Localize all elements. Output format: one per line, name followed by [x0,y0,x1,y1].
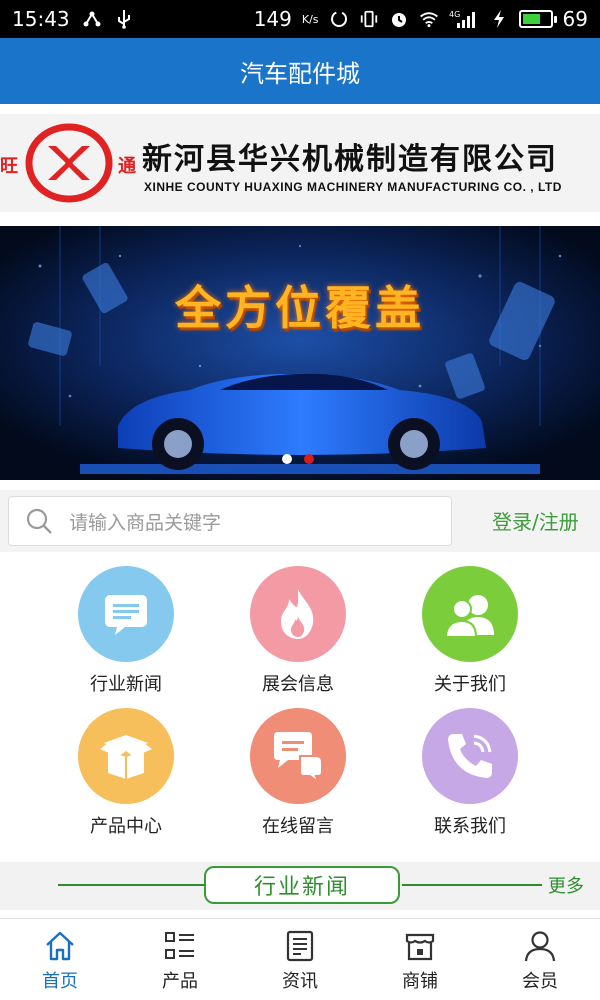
contact-us-circle [422,708,518,804]
tab-label: 产品 [162,971,198,992]
carousel-dot[interactable] [282,454,292,464]
search-row: 请输入商品关键字 登录/注册 [0,490,600,552]
flame-icon [281,589,314,639]
online-message-circle [250,708,346,804]
menu-label: 展会信息 [262,674,334,695]
news-icon [105,595,147,635]
sync-icon [329,9,349,29]
tab-label: 商铺 [402,971,438,992]
menu-item-industry-news[interactable]: 行业新闻 [56,566,196,696]
divider-left [58,884,204,886]
login-register-link[interactable]: 登录/注册 [492,506,579,535]
promo-carousel[interactable]: 全方位覆盖 [0,226,600,480]
tab-home[interactable]: 首页 [0,919,120,1000]
tab-label: 会员 [522,971,558,992]
network-speed-unit: K/s [301,12,319,26]
search-icon [9,507,69,535]
status-time: 15:43 [12,7,70,31]
carousel-headline: 全方位覆盖 [175,282,425,334]
home-icon [46,931,74,961]
menu-label: 联系我们 [434,816,506,837]
about-us-circle [422,566,518,662]
chat-icon [274,732,323,782]
company-name-en: XINHE COUNTY HUAXING MACHINERY MANUFACTU… [144,180,562,194]
divider-right [402,884,542,886]
tab-shops[interactable]: 商铺 [360,919,480,1000]
search-placeholder: 请输入商品关键字 [69,511,222,534]
menu-item-online-message[interactable]: 在线留言 [228,708,368,838]
cell-signal-icon: 4G [449,9,479,29]
network-speed: 149 [253,7,292,31]
menu-item-exhibitions[interactable]: 展会信息 [228,566,368,696]
tab-label: 资讯 [282,971,318,992]
share-icon [82,9,102,29]
exhibitions-circle [250,566,346,662]
users-icon [444,595,494,638]
phone-icon [448,734,492,778]
menu-item-product-center[interactable]: 产品中心 [56,708,196,838]
bottom-tab-bar: 首页 产品 资讯 商铺 会员 [0,918,600,1000]
menu-item-contact-us[interactable]: 联系我们 [400,708,540,838]
section-title: 行业新闻 [204,866,400,904]
status-bar: 15:43 149 K/s 4G 69 [0,0,600,38]
box-icon [100,735,152,779]
user-icon [524,931,556,962]
list-icon [165,932,194,959]
search-input[interactable]: 请输入商品关键字 [8,496,452,546]
article-icon [286,930,314,962]
logo-right-char: 通 [118,156,136,177]
more-link[interactable]: 更多 [548,872,584,898]
charging-icon [489,9,509,29]
app-bar: 汽车配件城 [0,38,600,104]
shop-icon [405,933,435,961]
menu-label: 在线留言 [262,816,334,837]
menu-label: 行业新闻 [90,674,162,695]
carousel-indicators [282,454,314,464]
menu-grid: 行业新闻 展会信息 关于我们 产品中心 在线留言 联系我们 [0,552,600,862]
product-center-circle [78,708,174,804]
vibrate-icon [359,9,379,29]
usb-icon [114,9,134,29]
company-banner[interactable]: 旺 通 新河县华兴机械制造有限公司 XINHE COUNTY HUAXING M… [0,114,600,212]
carousel-dot-active[interactable] [304,454,314,464]
news-section-header: 行业新闻 更多 [0,862,600,910]
battery-level: 69 [562,7,588,31]
signal-type-label: 4G [449,10,460,19]
tab-news[interactable]: 资讯 [240,919,360,1000]
wifi-icon [419,9,439,29]
logo-left-char: 旺 [0,156,18,177]
carousel-artwork [0,226,600,480]
menu-label: 关于我们 [434,674,506,695]
company-name-cn: 新河县华兴机械制造有限公司 [142,142,558,177]
menu-item-about-us[interactable]: 关于我们 [400,566,540,696]
alarm-icon [389,9,409,29]
menu-label: 产品中心 [90,816,162,837]
company-logo: 旺 通 [0,123,136,203]
page-title: 汽车配件城 [240,59,360,88]
tab-label: 首页 [42,971,78,992]
industry-news-circle [78,566,174,662]
battery-indicator [518,10,557,28]
tab-member[interactable]: 会员 [480,919,600,1000]
tab-products[interactable]: 产品 [120,919,240,1000]
